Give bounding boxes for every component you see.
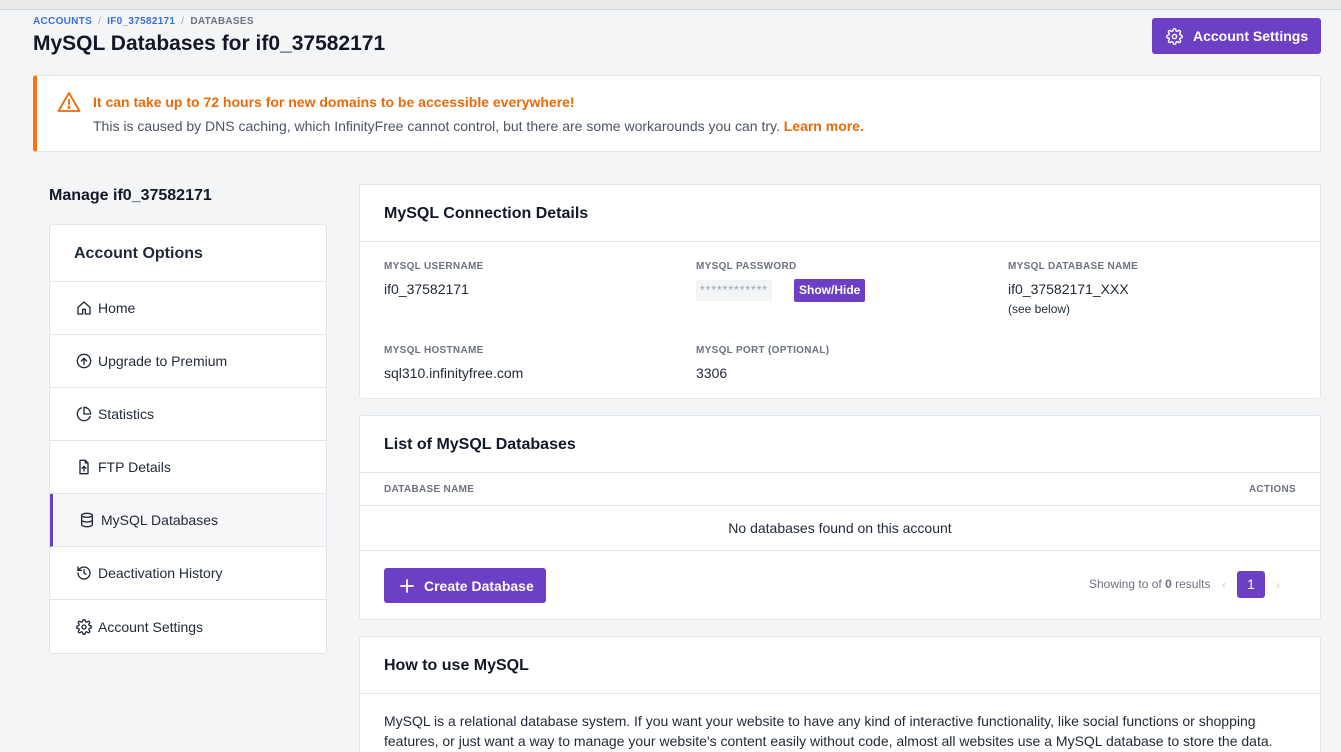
dns-warning-alert: It can take up to 72 hours for new domai… bbox=[33, 75, 1321, 152]
database-list-card: List of MySQL Databases DATABASE NAME AC… bbox=[359, 415, 1321, 620]
breadcrumb-separator: / bbox=[181, 16, 185, 27]
page-title: MySQL Databases for if0_37582171 bbox=[33, 32, 386, 55]
alert-title: It can take up to 72 hours for new domai… bbox=[93, 94, 575, 110]
sidebar-item-home[interactable]: Home bbox=[50, 282, 326, 335]
database-table-header: DATABASE NAME ACTIONS bbox=[360, 473, 1320, 506]
database-list-title: List of MySQL Databases bbox=[360, 416, 1320, 473]
dbname-label: MYSQL DATABASE NAME bbox=[1008, 261, 1139, 272]
alert-body-text: This is caused by DNS caching, which Inf… bbox=[93, 118, 780, 134]
sidebar-item-label: MySQL Databases bbox=[101, 512, 218, 528]
create-database-button[interactable]: Create Database bbox=[384, 568, 546, 603]
database-icon bbox=[81, 512, 93, 528]
history-icon bbox=[77, 566, 91, 580]
how-to-body: MySQL is a relational database system. I… bbox=[384, 713, 1273, 749]
manage-account-title: Manage if0_37582171 bbox=[49, 187, 212, 204]
results-suffix: results bbox=[1175, 577, 1211, 591]
sidebar-item-account-settings[interactable]: Account Settings bbox=[50, 600, 326, 653]
warning-icon bbox=[57, 92, 81, 112]
arrow-up-circle-icon bbox=[76, 353, 92, 369]
username-value: if0_37582171 bbox=[384, 281, 469, 297]
column-actions: ACTIONS bbox=[1248, 484, 1296, 495]
learn-more-link[interactable]: Learn more. bbox=[784, 118, 864, 134]
dbname-value: if0_37582171_XXX bbox=[1008, 281, 1129, 297]
sidebar-item-label: Home bbox=[98, 300, 136, 316]
sidebar-heading: Account Options bbox=[50, 225, 326, 282]
port-label: MYSQL PORT (OPTIONAL) bbox=[696, 345, 830, 356]
results-prefix: Showing to of bbox=[1089, 577, 1162, 591]
breadcrumb-separator: / bbox=[98, 16, 102, 27]
breadcrumb: ACCOUNTS / IF0_37582171 / DATABASES bbox=[33, 16, 254, 27]
hostname-label: MYSQL HOSTNAME bbox=[384, 345, 484, 356]
sidebar-item-label: Statistics bbox=[98, 406, 155, 422]
username-label: MYSQL USERNAME bbox=[384, 261, 484, 272]
sidebar-item-upgrade[interactable]: Upgrade to Premium bbox=[50, 335, 326, 388]
results-count: 0 bbox=[1165, 577, 1172, 591]
connection-details-card: MySQL Connection Details MYSQL USERNAME … bbox=[359, 184, 1321, 399]
sidebar-item-label: FTP Details bbox=[98, 459, 171, 475]
sidebar-item-label: Deactivation History bbox=[98, 565, 223, 581]
how-to-title: How to use MySQL bbox=[360, 637, 1320, 694]
home-icon bbox=[77, 301, 91, 315]
hostname-value: sql310.infinityfree.com bbox=[384, 365, 524, 381]
alert-body: This is caused by DNS caching, which Inf… bbox=[93, 118, 864, 134]
sidebar-item-label: Upgrade to Premium bbox=[98, 353, 228, 369]
sidebar-item-deactivation-history[interactable]: Deactivation History bbox=[50, 547, 326, 600]
breadcrumb-account[interactable]: IF0_37582171 bbox=[107, 16, 175, 27]
browser-address-bar-strip bbox=[0, 0, 1341, 10]
file-upload-icon bbox=[79, 459, 89, 475]
sidebar-item-label: Account Settings bbox=[98, 618, 204, 635]
breadcrumb-accounts[interactable]: ACCOUNTS bbox=[33, 16, 92, 27]
next-page-button[interactable]: › bbox=[1271, 578, 1285, 592]
port-value: 3306 bbox=[696, 365, 728, 381]
account-settings-button[interactable]: Account Settings bbox=[1152, 18, 1321, 54]
create-database-label: Create Database bbox=[424, 577, 534, 594]
pie-chart-icon bbox=[76, 406, 92, 422]
pagination: ‹ 1 › bbox=[1217, 571, 1285, 598]
sidebar-item-mysql-databases[interactable]: MySQL Databases bbox=[50, 494, 326, 547]
dbname-note: (see below) bbox=[1008, 302, 1071, 316]
sidebar-item-ftp-details[interactable]: FTP Details bbox=[50, 441, 326, 494]
empty-state-text: No databases found on this account bbox=[360, 506, 1320, 551]
connection-details-title: MySQL Connection Details bbox=[360, 185, 1320, 242]
breadcrumb-current: DATABASES bbox=[190, 16, 254, 27]
account-options-sidebar: Account Options Home Upgrade to Premium … bbox=[49, 224, 327, 654]
sidebar-item-statistics[interactable]: Statistics bbox=[50, 388, 326, 441]
previous-page-button[interactable]: ‹ bbox=[1217, 578, 1231, 592]
show-hide-password-button[interactable]: Show/Hide bbox=[794, 279, 866, 302]
password-mask: ************ bbox=[696, 280, 773, 301]
gear-icon bbox=[76, 618, 92, 635]
page-1-button[interactable]: 1 bbox=[1237, 571, 1265, 598]
column-database-name: DATABASE NAME bbox=[384, 484, 475, 495]
results-summary: Showing to of 0 results bbox=[1089, 577, 1210, 591]
gear-icon bbox=[1166, 27, 1183, 45]
plus-icon bbox=[400, 578, 414, 593]
password-label: MYSQL PASSWORD bbox=[696, 261, 797, 272]
how-to-use-mysql-card: How to use MySQL MySQL is a relational d… bbox=[359, 636, 1321, 752]
account-settings-label: Account Settings bbox=[1193, 28, 1309, 44]
